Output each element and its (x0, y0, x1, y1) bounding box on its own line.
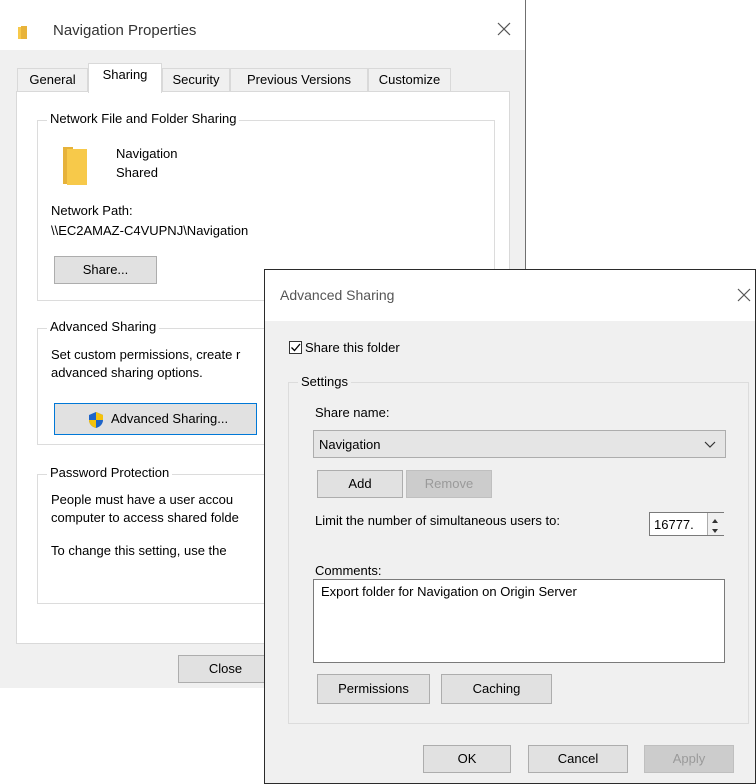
network-path-label: Network Path: (51, 203, 133, 218)
advanced-sharing-legend: Advanced Sharing (47, 319, 160, 334)
tab-general[interactable]: General (17, 68, 88, 92)
chevron-down-icon (704, 441, 716, 448)
share-folder-checkbox[interactable] (289, 341, 302, 354)
settings-legend: Settings (298, 374, 351, 389)
close-icon[interactable] (737, 288, 751, 302)
share-folder-label: Share this folder (305, 340, 400, 355)
password-line1: People must have a user accou (51, 492, 234, 507)
shield-icon (89, 412, 103, 428)
permissions-button[interactable]: Permissions (317, 674, 430, 704)
folder-status: Shared (116, 165, 158, 180)
advanced-sharing-dialog: Advanced Sharing Share this folder Setti… (264, 269, 756, 784)
folder-name: Navigation (116, 146, 178, 161)
close-icon[interactable] (497, 22, 511, 36)
limit-users-stepper[interactable]: 16777. (649, 512, 724, 536)
tab-security[interactable]: Security (162, 68, 230, 92)
share-name-label: Share name: (315, 405, 390, 420)
tab-previous-versions[interactable]: Previous Versions (230, 68, 368, 92)
share-button[interactable]: Share... (54, 256, 157, 284)
apply-button[interactable]: Apply (644, 745, 734, 773)
advanced-sharing-button[interactable]: Advanced Sharing... (54, 403, 257, 435)
password-protection-legend: Password Protection (47, 465, 173, 480)
share-name-select[interactable]: Navigation (313, 430, 726, 458)
network-sharing-legend: Network File and Folder Sharing (47, 111, 240, 126)
stepper-down-button[interactable] (707, 524, 724, 535)
password-line2: computer to access shared folde (51, 510, 239, 525)
properties-title-bar: Navigation Properties (0, 0, 525, 50)
checkmark-icon (291, 343, 301, 352)
close-button[interactable]: Close (178, 655, 273, 683)
tab-sharing[interactable]: Sharing (88, 63, 162, 93)
limit-users-label: Limit the number of simultaneous users t… (315, 513, 560, 528)
folder-icon (18, 26, 27, 39)
cancel-button[interactable]: Cancel (528, 745, 628, 773)
folder-icon (63, 147, 87, 185)
password-line3: To change this setting, use the (51, 543, 227, 558)
tab-customize[interactable]: Customize (368, 68, 451, 92)
advanced-title-bar: Advanced Sharing (265, 270, 755, 321)
network-path: \\EC2AMAZ-C4VUPNJ\Navigation (51, 223, 249, 238)
remove-button[interactable]: Remove (406, 470, 492, 498)
comments-textarea[interactable]: Export folder for Navigation on Origin S… (313, 579, 725, 663)
properties-title: Navigation Properties (53, 22, 197, 39)
advanced-description-line1: Set custom permissions, create r (51, 347, 241, 362)
advanced-description-line2: advanced sharing options. (51, 365, 203, 380)
advanced-dialog-title: Advanced Sharing (280, 287, 395, 303)
add-button[interactable]: Add (317, 470, 403, 498)
comments-label: Comments: (315, 563, 382, 578)
caching-button[interactable]: Caching (441, 674, 552, 704)
ok-button[interactable]: OK (423, 745, 511, 773)
arrow-down-icon (712, 529, 718, 533)
